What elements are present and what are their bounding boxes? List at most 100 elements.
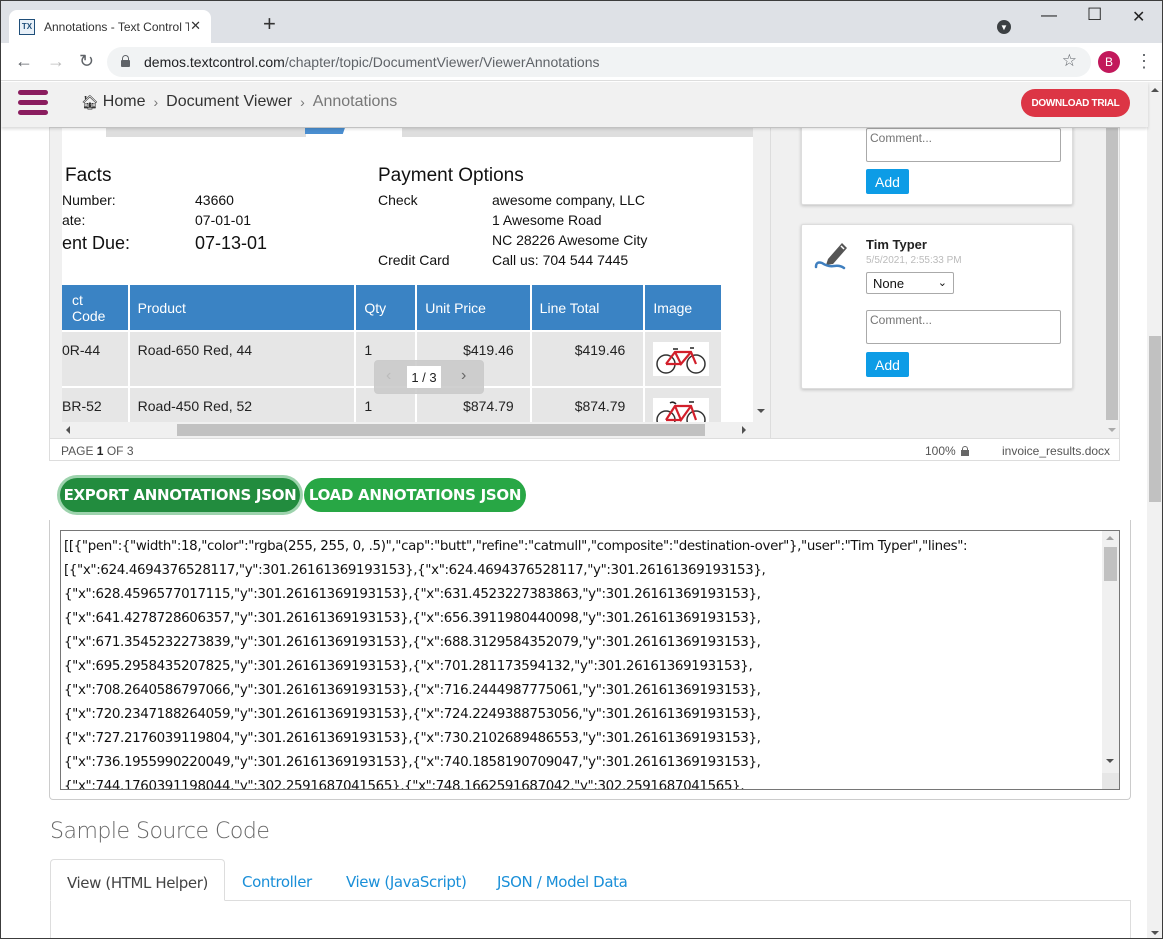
payment-card-label: Credit Card: [378, 252, 450, 268]
chevron-right-icon: ›: [300, 94, 305, 110]
chevron-right-icon: ›: [153, 94, 159, 110]
browser-tab[interactable]: TX Annotations - Text Control Techni ✕: [9, 10, 211, 43]
json-line: {"x":744.1760391198044,"y":302.259168704…: [64, 779, 745, 790]
col-header: Qty: [354, 283, 418, 332]
doc-decoration: [402, 128, 753, 137]
cell-product: Road-450 Red, 52: [127, 386, 357, 424]
json-output-text: [[{"pen":{"width":18,"color":"rgba(255, …: [64, 535, 1099, 790]
back-icon[interactable]: ←: [15, 51, 33, 72]
viewer-status-bar: PAGE 1 OF 3 100% invoice_results.docx: [50, 438, 1119, 460]
page-indicator: 1 / 3: [407, 366, 441, 388]
col-header: Line Total: [529, 283, 646, 332]
pen-annotation-icon: [814, 237, 850, 271]
maximize-icon[interactable]: ☐: [1087, 5, 1102, 25]
page-status: PAGE 1 OF 3: [61, 444, 134, 458]
scroll-up-icon[interactable]: [1151, 88, 1159, 92]
comment-input[interactable]: [866, 128, 1061, 162]
payment-check-line: 1 Awesome Road: [492, 212, 602, 228]
tab-search-icon[interactable]: ▼: [997, 20, 1011, 34]
col-header: Image: [643, 283, 723, 332]
sample-source-title: Sample Source Code: [50, 819, 270, 844]
json-line: {"x":720.2347188264059,"y":301.261613691…: [64, 707, 761, 722]
json-line: {"x":736.1955990220049,"y":301.261613691…: [64, 755, 761, 770]
tab-view-javascript[interactable]: View (JavaScript): [330, 859, 482, 901]
fact-value: 07-13-01: [195, 233, 268, 253]
tab-view-html-helper[interactable]: View (HTML Helper): [50, 859, 225, 901]
document-horizontal-scrollbar[interactable]: [62, 422, 753, 438]
horizontal-scroll-thumb[interactable]: [177, 424, 705, 436]
json-line: {"x":641.4278728606357,"y":301.261613691…: [64, 611, 761, 626]
browser-menu-icon[interactable]: ⋮: [1135, 51, 1153, 72]
download-trial-button[interactable]: DOWNLOAD TRIAL: [1021, 89, 1130, 117]
cell-product: Road-650 Red, 44: [127, 330, 357, 388]
scroll-left-icon[interactable]: [66, 426, 70, 434]
address-bar[interactable]: demos.textcontrol.com/chapter/topic/Docu…: [107, 47, 1091, 77]
page-scrollbar[interactable]: [1147, 82, 1162, 938]
load-annotations-button[interactable]: LOAD ANNOTATIONS JSON: [304, 478, 526, 512]
next-page-icon[interactable]: ›: [461, 367, 466, 385]
json-line: {"x":708.2640586797066,"y":301.261613691…: [64, 683, 761, 698]
minimize-icon[interactable]: —: [1041, 7, 1057, 25]
payment-check-line: awesome company, LLC: [492, 192, 646, 208]
zoom-level[interactable]: 100%: [925, 444, 956, 458]
col-header: Unit Price: [415, 283, 532, 332]
forward-icon[interactable]: →: [47, 51, 65, 72]
document-filename: invoice_results.docx: [1002, 444, 1111, 458]
json-scrollbar[interactable]: [1102, 531, 1119, 789]
scroll-down-icon[interactable]: [1106, 759, 1114, 763]
payment-heading: Payment Options: [378, 165, 524, 186]
tab-strip: TX Annotations - Text Control Techni ✕ +…: [1, 1, 1162, 43]
site-header: 🏠︎ Home › Document Viewer › Annotations …: [1, 82, 1148, 127]
hamburger-menu-icon[interactable]: [18, 90, 48, 116]
home-icon: 🏠︎: [81, 93, 99, 110]
bookmark-star-icon[interactable]: ☆: [1062, 51, 1077, 71]
fact-value: 07-01-01: [195, 212, 252, 228]
browser-window: TX Annotations - Text Control Techni ✕ +…: [0, 0, 1163, 939]
document-vertical-scrollbar[interactable]: [753, 128, 769, 424]
scroll-down-icon[interactable]: [757, 409, 765, 413]
cell-line-total: $419.46: [529, 330, 646, 388]
json-line: [{"x":624.4694376528117,"y":301.26161369…: [64, 563, 766, 578]
tab-controller[interactable]: Controller: [226, 859, 328, 901]
new-tab-icon[interactable]: +: [263, 13, 276, 35]
payment-check-line: NC 28226 Awesome City: [492, 232, 648, 248]
close-window-icon[interactable]: ✕: [1132, 7, 1145, 27]
reload-icon[interactable]: ↻: [79, 51, 94, 72]
document-viewer: Facts Number: 43660 ate: 07-01-01 ent Du…: [49, 127, 1120, 461]
page-scroll-thumb[interactable]: [1149, 336, 1161, 502]
comment-input[interactable]: [866, 310, 1061, 344]
source-tabs: View (HTML Helper) Controller View (Java…: [50, 859, 1131, 901]
resize-grip-icon[interactable]: [1102, 773, 1119, 789]
fact-label: ent Due:: [62, 233, 131, 253]
fact-label: ate:: [62, 212, 86, 228]
scroll-up-icon[interactable]: [1106, 536, 1114, 540]
json-line: {"x":695.2958435207825,"y":301.261613691…: [64, 659, 753, 674]
annotation-status-select[interactable]: None ⌄: [866, 272, 954, 294]
annotations-json-textarea[interactable]: [[{"pen":{"width":18,"color":"rgba(255, …: [60, 530, 1120, 790]
lock-icon: [961, 446, 969, 456]
fact-value: 43660: [195, 192, 234, 208]
annotations-scroll-thumb[interactable]: [1106, 128, 1118, 420]
tab-json-model-data[interactable]: JSON / Model Data: [481, 859, 643, 901]
facts-heading: Facts: [65, 165, 112, 186]
page-navigator: ‹ 1 / 3 ›: [374, 360, 484, 394]
scroll-down-icon[interactable]: [1108, 428, 1116, 432]
annotation-timestamp: 5/5/2021, 2:55:33 PM: [866, 255, 962, 266]
export-annotations-button[interactable]: EXPORT ANNOTATIONS JSON: [60, 478, 300, 512]
add-comment-button[interactable]: Add: [866, 169, 909, 194]
breadcrumb-document-viewer[interactable]: Document Viewer: [166, 93, 292, 111]
textcontrol-favicon-icon: TX: [19, 18, 35, 35]
profile-avatar[interactable]: B: [1098, 51, 1120, 73]
previous-page-icon[interactable]: ‹: [386, 367, 391, 385]
annotations-scrollbar[interactable]: [1105, 128, 1119, 432]
scroll-down-icon[interactable]: [1151, 931, 1159, 935]
tab-title: Annotations - Text Control Techni: [44, 19, 189, 34]
add-comment-button[interactable]: Add: [866, 352, 909, 377]
document-page[interactable]: Facts Number: 43660 ate: 07-01-01 ent Du…: [62, 128, 753, 424]
breadcrumb-home[interactable]: Home: [103, 93, 146, 111]
scroll-right-icon[interactable]: [742, 426, 746, 434]
lock-icon: [121, 55, 130, 67]
close-tab-icon[interactable]: ✕: [190, 18, 201, 34]
cell-line-total: $874.79: [529, 386, 646, 424]
json-scroll-thumb[interactable]: [1104, 547, 1117, 581]
